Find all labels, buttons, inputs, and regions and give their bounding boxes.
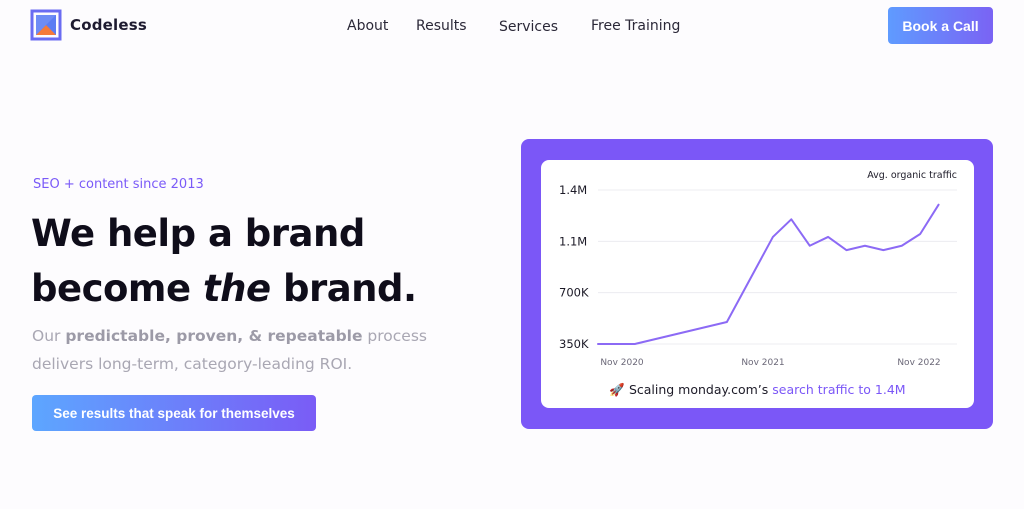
book-a-call-button[interactable]: Book a Call (888, 7, 993, 44)
caption-text: Scaling monday.com’s (628, 382, 773, 397)
hero-headline: We help a brand become the brand. (31, 206, 417, 316)
chart-panel: 1.4M 1.1M 700K 350K Nov 2020 Nov 2021 Nov 2022… (541, 160, 974, 408)
headline-line-2-pre: become (31, 267, 203, 310)
series-line-organic-traffic (597, 203, 940, 345)
see-results-button[interactable]: See results that speak for themselves (32, 395, 316, 431)
y-tick-label: 1.4M (559, 183, 587, 197)
y-tick-label: 1.1M (559, 234, 587, 248)
chart-caption: 🚀 Scaling monday.com’s search traffic to… (541, 382, 974, 398)
traffic-chart: 1.4M 1.1M 700K 350K Nov 2020 Nov 2021 Nov 2022 (559, 183, 957, 368)
nav-item-services[interactable]: Services (499, 19, 558, 35)
headline-emphasis: the (202, 267, 271, 310)
hero-eyebrow: SEO + content since 2013 (33, 177, 204, 192)
rocket-icon: 🚀 (609, 382, 625, 397)
headline-line-1: We help a brand (31, 212, 365, 255)
results-card: 1.4M 1.1M 700K 350K Nov 2020 Nov 2021 Nov 2022… (521, 139, 993, 429)
hero-subtext: Our predictable, proven, & repeatable pr… (32, 322, 452, 378)
x-tick-label: Nov 2021 (741, 358, 784, 368)
x-tick-label: Nov 2022 (897, 358, 940, 368)
x-tick-label: Nov 2020 (600, 358, 644, 368)
headline-line-2-post: brand. (270, 267, 417, 310)
brand-logo[interactable]: Codeless (30, 9, 147, 41)
y-tick-label: 350K (559, 337, 589, 351)
nav-item-results[interactable]: Results (416, 18, 467, 34)
subtext-pre: Our (32, 327, 66, 345)
codeless-logo-icon (30, 9, 62, 41)
nav-item-free-training[interactable]: Free Training (591, 18, 680, 34)
site-header: Codeless About Results Services Free Tra… (0, 0, 1024, 56)
chart-legend: Avg. organic traffic (867, 170, 957, 181)
y-tick-label: 700K (559, 286, 589, 300)
nav-item-about[interactable]: About (347, 18, 388, 34)
subtext-bold: predictable, proven, & repeatable (65, 327, 363, 345)
brand-name: Codeless (70, 16, 147, 34)
caption-highlight: search traffic to 1.4M (772, 382, 906, 397)
